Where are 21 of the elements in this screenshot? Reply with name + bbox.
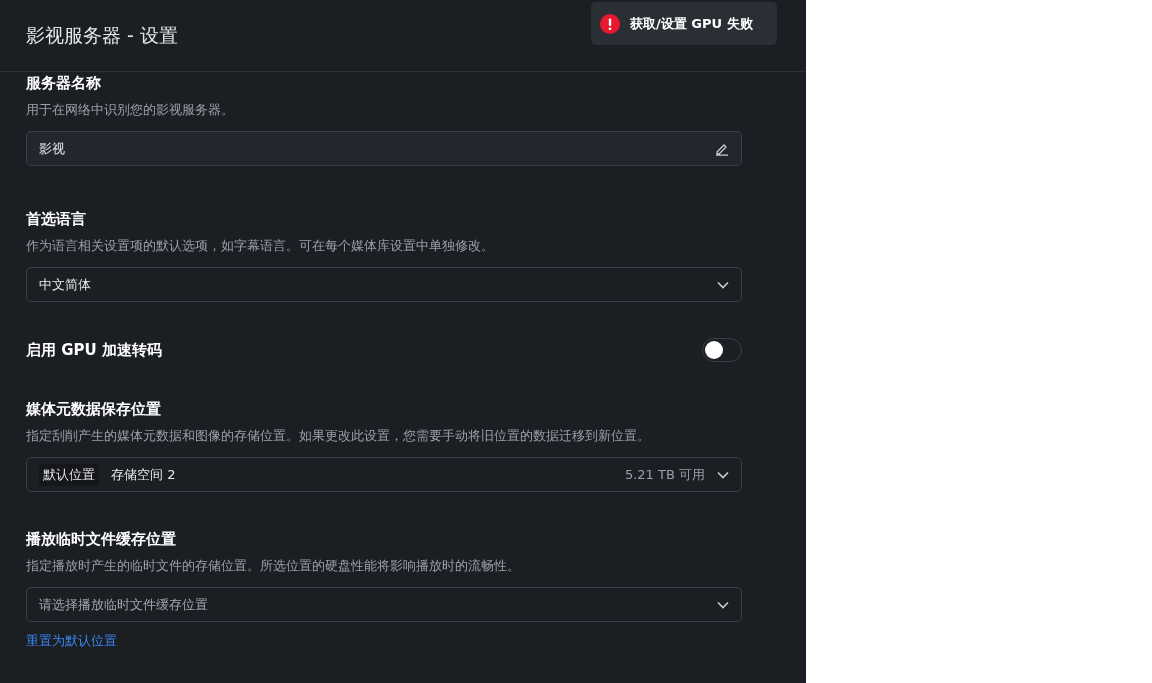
setting-title: 启用 GPU 加速转码 [26, 340, 162, 360]
setting-title: 服务器名称 [26, 74, 102, 93]
setting-description: 指定刮削产生的媒体元数据和图像的存储位置。如果更改此设置，您需要手动将旧位置的数据迁移到新位置。 [26, 428, 651, 445]
toast-message: 获取/设置 GPU 失败 [630, 14, 753, 33]
toggle-switch[interactable] [702, 338, 742, 362]
setting-description: 作为语言相关设置项的默认选项，如字幕语言。可在每个媒体库设置中单独修改。 [26, 238, 495, 255]
setting-title: 播放临时文件缓存位置 [26, 530, 177, 549]
window-title: 影视服务器 - 设置 [26, 22, 178, 48]
setting-title: 媒体元数据保存位置 [26, 400, 162, 419]
text-input[interactable]: 影视 [26, 131, 742, 166]
select-field[interactable]: 请选择播放临时文件缓存位置 [26, 587, 742, 622]
reset-link[interactable]: 重置为默认位置 [26, 632, 117, 650]
chevron-down-icon [717, 470, 729, 479]
select-field[interactable]: 中文简体 [26, 267, 742, 302]
setting-description: 用于在网络中识别您的影视服务器。 [26, 102, 235, 119]
chevron-down-icon [717, 280, 729, 289]
select-field[interactable]: 默认位置 存储空间 2 5.21 TB 可用 [26, 457, 742, 492]
setting-description: 指定播放时产生的临时文件的存储位置。所选位置的硬盘性能将影响播放时的流畅性。 [26, 558, 521, 575]
chevron-down-icon [717, 600, 729, 609]
setting-title: 首选语言 [26, 210, 87, 229]
error-icon [600, 13, 620, 34]
